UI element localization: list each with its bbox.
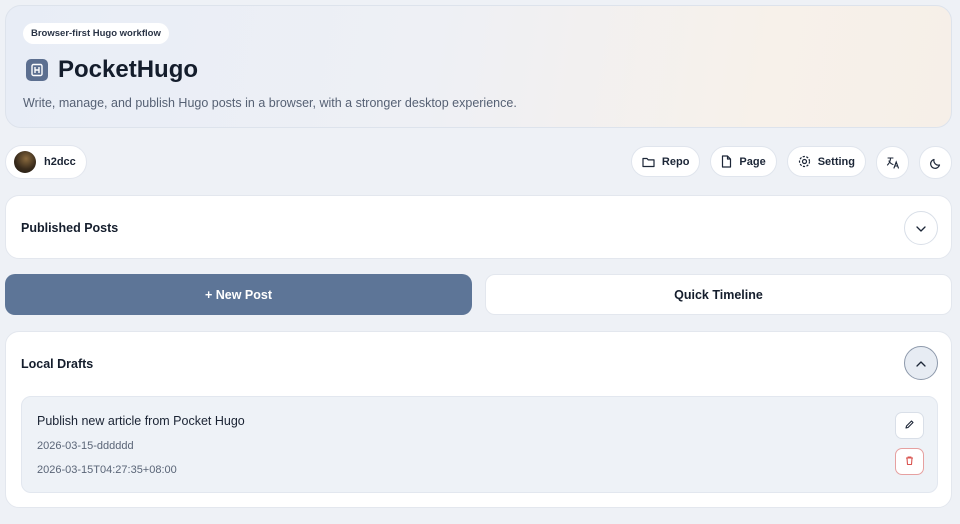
chevron-up-icon <box>916 354 926 372</box>
chevron-down-icon <box>916 219 926 237</box>
repo-button[interactable]: Repo <box>630 146 701 177</box>
avatar <box>14 151 36 173</box>
hero-banner: Browser-first Hugo workflow PocketHugo W… <box>5 5 952 128</box>
language-button[interactable] <box>876 146 909 179</box>
translate-icon <box>886 156 899 169</box>
page-label: Page <box>739 155 766 168</box>
expand-published-button[interactable] <box>904 211 938 245</box>
local-drafts-title: Local Drafts <box>21 357 94 371</box>
draft-item[interactable]: Publish new article from Pocket Hugo 202… <box>21 396 938 493</box>
draft-title: Publish new article from Pocket Hugo <box>37 414 245 428</box>
trash-icon <box>904 453 915 471</box>
draft-slug: 2026-03-15-dddddd <box>37 440 134 452</box>
published-posts-card: Published Posts <box>5 195 952 259</box>
theme-toggle-button[interactable] <box>919 146 952 179</box>
published-posts-title: Published Posts <box>21 221 119 235</box>
app-title: PocketHugo <box>58 56 199 83</box>
quick-timeline-button[interactable]: Quick Timeline <box>485 274 952 315</box>
pencil-icon <box>904 417 915 435</box>
new-post-button[interactable]: + New Post <box>5 274 472 315</box>
hero-title-row: PocketHugo <box>26 56 198 84</box>
pockethugo-logo-icon <box>26 59 48 81</box>
folder-icon <box>642 156 655 168</box>
hero-badge: Browser-first Hugo workflow <box>23 23 169 44</box>
draft-date: 2026-03-15T04:27:35+08:00 <box>37 464 177 476</box>
setting-button[interactable]: Setting <box>786 146 866 177</box>
page-button[interactable]: Page <box>710 146 777 177</box>
gear-icon <box>798 155 811 168</box>
toolbar: Repo Page Setting <box>630 146 952 179</box>
moon-icon <box>929 157 942 169</box>
repo-label: Repo <box>661 155 690 168</box>
collapse-drafts-button[interactable] <box>904 346 938 380</box>
hero-description: Write, manage, and publish Hugo posts in… <box>23 96 517 110</box>
file-icon <box>721 155 732 168</box>
edit-draft-button[interactable] <box>895 412 924 439</box>
setting-label: Setting <box>817 155 855 168</box>
username: h2dcc <box>44 156 76 168</box>
user-chip[interactable]: h2dcc <box>5 145 87 179</box>
delete-draft-button[interactable] <box>895 448 924 475</box>
local-drafts-card: Local Drafts Publish new article from Po… <box>5 331 952 508</box>
